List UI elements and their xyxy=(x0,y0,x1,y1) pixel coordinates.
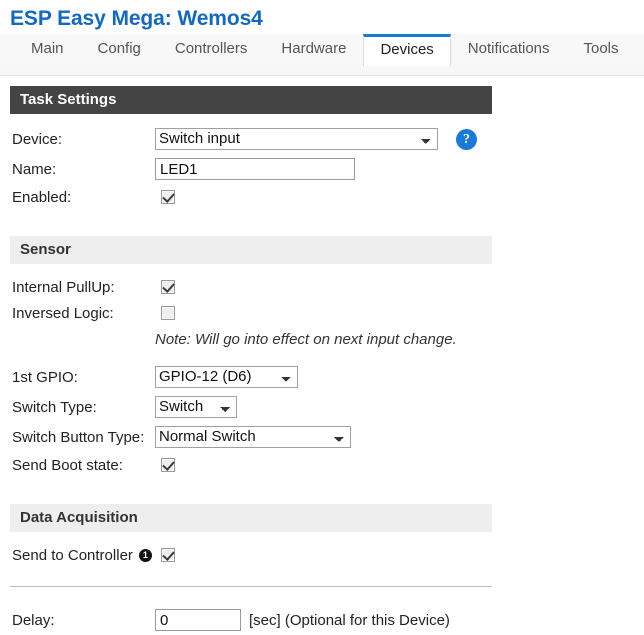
row-sensor-note: Note: Will go into effect on next input … xyxy=(0,326,644,352)
tab-bar: Main Config Controllers Hardware Devices… xyxy=(0,33,644,76)
switch-button-type-select[interactable]: Normal Switch xyxy=(155,426,351,448)
row-name: Name: xyxy=(0,154,644,184)
tab-hardware[interactable]: Hardware xyxy=(264,33,363,65)
enabled-checkbox[interactable] xyxy=(161,190,175,204)
enabled-field xyxy=(155,190,644,204)
name-field xyxy=(155,158,644,180)
delay-suffix-text: [sec] (Optional for this Device) xyxy=(249,611,450,629)
section-header-data-acquisition: Data Acquisition xyxy=(10,504,492,532)
internal-pullup-checkbox[interactable] xyxy=(161,280,175,294)
device-label: Device: xyxy=(12,130,63,148)
device-field: Switch input ? xyxy=(155,128,644,150)
switch-button-type-label: Switch Button Type: xyxy=(12,428,145,446)
first-gpio-field: GPIO-12 (D6) xyxy=(155,366,644,388)
row-send-to-controller: Send to Controller 1 xyxy=(0,542,644,568)
tab-notifications[interactable]: Notifications xyxy=(451,33,567,65)
question-mark-icon[interactable]: ? xyxy=(456,128,477,150)
send-to-controller-checkbox[interactable] xyxy=(161,548,175,562)
row-send-boot-state: Send Boot state: xyxy=(0,452,644,478)
sensor-note-text: Note: Will go into effect on next input … xyxy=(155,330,457,348)
row-internal-pullup: Internal PullUp: xyxy=(0,274,644,300)
tab-tools[interactable]: Tools xyxy=(567,33,636,65)
tab-devices[interactable]: Devices xyxy=(363,34,451,66)
delay-field: [sec] (Optional for this Device) xyxy=(155,609,644,631)
send-to-controller-label: Send to Controller xyxy=(12,546,133,564)
row-device: Device: Switch input ? xyxy=(0,124,644,154)
switch-type-label: Switch Type: xyxy=(12,398,97,416)
delay-input[interactable] xyxy=(155,609,241,631)
inversed-logic-field xyxy=(155,306,644,320)
send-boot-state-label: Send Boot state: xyxy=(12,456,123,474)
row-first-gpio: 1st GPIO: GPIO-12 (D6) xyxy=(0,362,644,392)
switch-type-field: Switch xyxy=(155,396,644,418)
switch-type-select[interactable]: Switch xyxy=(155,396,237,418)
controller-index-badge: 1 xyxy=(138,548,152,562)
enabled-label: Enabled: xyxy=(12,188,72,206)
row-inversed-logic: Inversed Logic: xyxy=(0,300,644,326)
send-to-controller-field xyxy=(155,548,644,562)
section-header-sensor: Sensor xyxy=(10,236,492,264)
row-delay: Delay: [sec] (Optional for this Device) xyxy=(0,605,644,635)
name-input[interactable] xyxy=(155,158,355,180)
internal-pullup-field xyxy=(155,280,644,294)
send-to-controller-label-wrap: Send to Controller 1 xyxy=(0,547,155,564)
internal-pullup-label: Internal PullUp: xyxy=(12,278,115,296)
device-select[interactable]: Switch input xyxy=(155,128,438,150)
section-header-task-settings: Task Settings xyxy=(10,86,492,114)
delay-label: Delay: xyxy=(12,611,55,629)
name-label: Name: xyxy=(12,160,57,178)
row-enabled: Enabled: xyxy=(0,184,644,210)
tab-main[interactable]: Main xyxy=(14,33,81,65)
row-switch-type: Switch Type: Switch xyxy=(0,392,644,422)
switch-button-type-field: Normal Switch xyxy=(155,426,644,448)
first-gpio-select[interactable]: GPIO-12 (D6) xyxy=(155,366,298,388)
inversed-logic-checkbox[interactable] xyxy=(161,306,175,320)
row-switch-button-type: Switch Button Type: Normal Switch xyxy=(0,422,644,452)
send-boot-state-field xyxy=(155,458,644,472)
page-title: ESP Easy Mega: Wemos4 xyxy=(10,7,263,30)
note-field: Note: Will go into effect on next input … xyxy=(155,331,644,348)
tab-config[interactable]: Config xyxy=(81,33,158,65)
tab-controllers[interactable]: Controllers xyxy=(158,33,265,65)
first-gpio-label: 1st GPIO: xyxy=(12,368,78,386)
device-settings-form: Task Settings Device: Switch input ? Nam… xyxy=(0,66,644,635)
send-boot-state-checkbox[interactable] xyxy=(161,458,175,472)
inversed-logic-label: Inversed Logic: xyxy=(12,304,114,322)
